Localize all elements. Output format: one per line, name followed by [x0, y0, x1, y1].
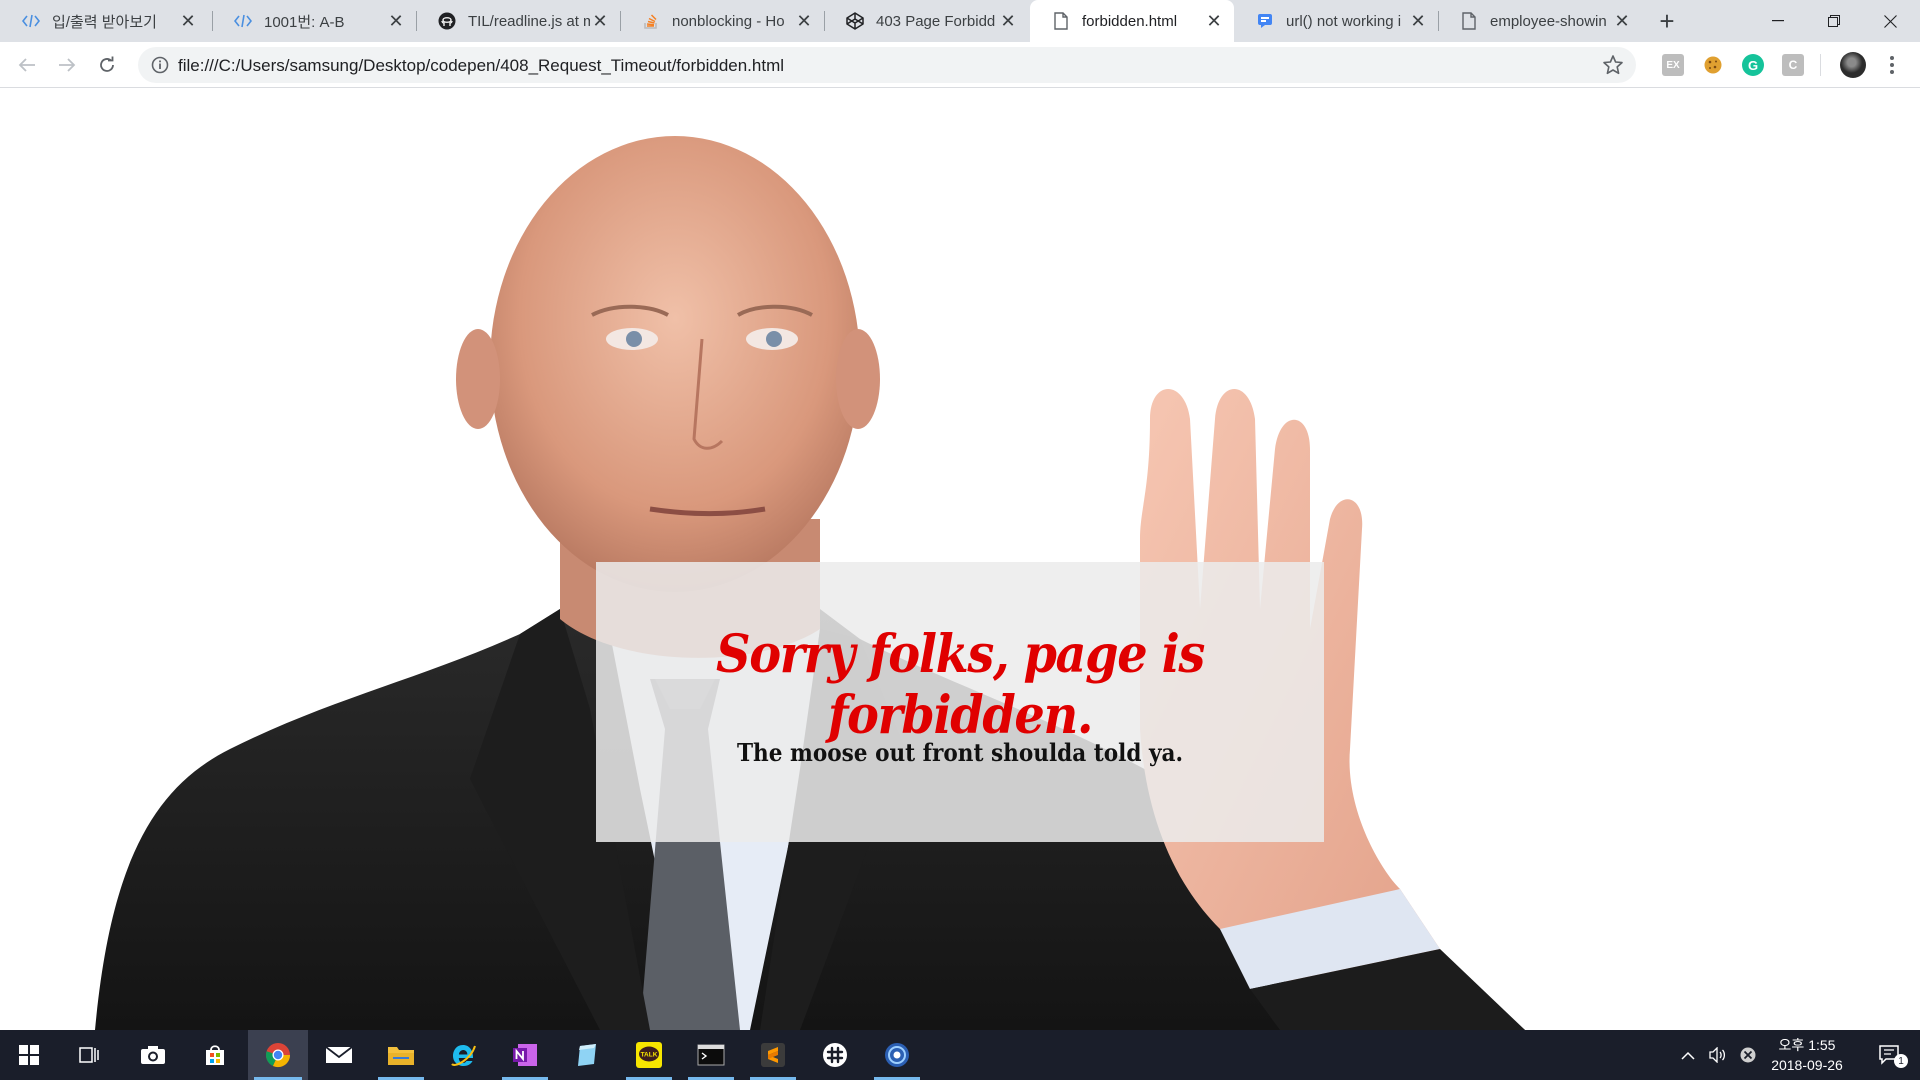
- terminal-app-icon[interactable]: [682, 1030, 740, 1080]
- github-icon: [438, 12, 456, 30]
- slack-app-icon[interactable]: [806, 1030, 864, 1080]
- clock-time: 오후 1:55: [1778, 1037, 1836, 1053]
- tab-title: forbidden.html: [1082, 12, 1178, 30]
- tab-io[interactable]: 입/출력 받아보기 ✕: [0, 0, 208, 42]
- internet-explorer-icon[interactable]: [434, 1030, 492, 1080]
- restore-icon: [1828, 15, 1840, 27]
- tab-title: 1001번: A-B: [264, 13, 345, 31]
- file-explorer-icon[interactable]: [372, 1030, 430, 1080]
- codepen-brackets-icon: [22, 12, 40, 30]
- tab-title: 403 Page Forbidd: [876, 12, 996, 30]
- tab-a-b[interactable]: 1001번: A-B ✕: [212, 0, 416, 42]
- chrome-app-icon[interactable]: [248, 1030, 308, 1080]
- toolbar-separator: [1820, 54, 1821, 76]
- url-text[interactable]: file:///C:/Users/samsung/Desktop/codepen…: [178, 56, 784, 76]
- action-center-button[interactable]: 1: [1868, 1030, 1912, 1080]
- page-title: Sorry folks, page is forbidden.: [716, 624, 1205, 746]
- forbidden-message-box: Sorry folks, page is forbidden. The moos…: [596, 562, 1324, 842]
- reload-button[interactable]: [92, 50, 122, 80]
- avatar[interactable]: [1840, 52, 1866, 78]
- tab-title: url() not working i: [1286, 12, 1402, 30]
- tab-forbidden-html[interactable]: forbidden.html ✕: [1030, 0, 1234, 42]
- mail-app-icon[interactable]: [310, 1030, 368, 1080]
- chevron-up-icon: [1681, 1051, 1695, 1060]
- back-button[interactable]: [12, 50, 42, 80]
- tab-close-icon[interactable]: ✕: [590, 11, 610, 31]
- windows-taskbar: TALK 오후 1:55 2018-09-26 1: [0, 1030, 1920, 1080]
- file-icon: [1460, 12, 1478, 30]
- tab-close-icon[interactable]: ✕: [794, 11, 814, 31]
- app-icon[interactable]: [868, 1030, 926, 1080]
- restore-window-button[interactable]: [1806, 0, 1862, 42]
- system-clock[interactable]: 오후 1:55 2018-09-26: [1752, 1035, 1862, 1075]
- onenote-app-icon[interactable]: [496, 1030, 554, 1080]
- page-content: Sorry folks, page is forbidden. The moos…: [0, 89, 1920, 1030]
- notepad-app-icon[interactable]: [558, 1030, 616, 1080]
- volume-icon[interactable]: [1704, 1030, 1732, 1080]
- tab-403-forbidden[interactable]: 403 Page Forbidd ✕: [824, 0, 1028, 42]
- chrome-menu-icon[interactable]: [1882, 52, 1902, 78]
- tab-close-icon[interactable]: ✕: [998, 11, 1018, 31]
- tab-title: 입/출력 받아보기: [52, 13, 157, 31]
- grammarly-extension-icon[interactable]: G: [1742, 54, 1764, 76]
- tab-close-icon[interactable]: ✕: [386, 11, 406, 31]
- close-icon: [1883, 14, 1897, 28]
- notification-count-badge: 1: [1894, 1054, 1908, 1068]
- new-tab-button[interactable]: +: [1652, 6, 1682, 36]
- minimize-window-button[interactable]: [1750, 0, 1806, 42]
- tab-stackoverflow[interactable]: nonblocking - Ho ✕: [620, 0, 824, 42]
- clock-date: 2018-09-26: [1771, 1057, 1843, 1073]
- info-icon[interactable]: [150, 55, 170, 75]
- codepen-icon: [846, 12, 864, 30]
- tab-employee-showing[interactable]: employee-showin ✕: [1438, 0, 1642, 42]
- tab-strip: 입/출력 받아보기 ✕ 1001번: A-B ✕ TIL/readline.js…: [0, 0, 1920, 42]
- minimize-icon: [1772, 20, 1784, 22]
- reload-icon: [100, 56, 114, 72]
- back-arrow-icon: [18, 58, 35, 72]
- tab-close-icon[interactable]: ✕: [178, 11, 198, 31]
- camera-app-icon[interactable]: [124, 1030, 182, 1080]
- store-app-icon[interactable]: [186, 1030, 244, 1080]
- ex-extension-icon[interactable]: EX: [1662, 54, 1684, 76]
- browser-toolbar: file:///C:/Users/samsung/Desktop/codepen…: [0, 42, 1920, 88]
- svg-text:TALK: TALK: [641, 1052, 658, 1059]
- forward-button[interactable]: [52, 50, 82, 80]
- tab-close-icon[interactable]: ✕: [1612, 11, 1632, 31]
- tab-title: employee-showin: [1490, 12, 1607, 30]
- forward-arrow-icon: [59, 58, 76, 72]
- page-subtitle: The moose out front shoulda told ya.: [736, 738, 1184, 767]
- sublime-text-app-icon[interactable]: [744, 1030, 802, 1080]
- cookie-extension-icon[interactable]: [1702, 54, 1724, 76]
- address-bar[interactable]: file:///C:/Users/samsung/Desktop/codepen…: [138, 47, 1636, 83]
- kakaotalk-app-icon[interactable]: TALK: [620, 1030, 678, 1080]
- tab-title: TIL/readline.js at m: [468, 12, 590, 30]
- start-button-icon[interactable]: [0, 1030, 58, 1080]
- c-extension-icon[interactable]: C: [1782, 54, 1804, 76]
- show-hidden-icons-button[interactable]: [1674, 1030, 1702, 1080]
- bookmark-star-icon[interactable]: [1602, 54, 1624, 76]
- file-icon: [1052, 12, 1070, 30]
- chat-icon: [1256, 12, 1274, 30]
- tab-title: nonblocking - Ho: [672, 12, 785, 30]
- tab-close-icon[interactable]: ✕: [1408, 11, 1428, 31]
- tab-close-icon[interactable]: ✕: [1204, 11, 1224, 31]
- man-with-stop-hand-photo: [95, 136, 1525, 1030]
- close-window-button[interactable]: [1862, 0, 1918, 42]
- tab-github[interactable]: TIL/readline.js at m ✕: [416, 0, 620, 42]
- codepen-brackets-icon: [234, 12, 252, 30]
- task-view-icon[interactable]: [60, 1030, 118, 1080]
- tab-url-not-working[interactable]: url() not working i ✕: [1234, 0, 1438, 42]
- stackoverflow-icon: [642, 12, 660, 30]
